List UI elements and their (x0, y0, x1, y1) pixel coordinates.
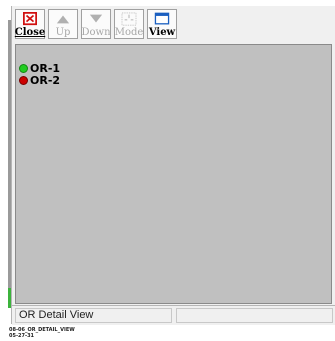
view-button[interactable]: View (147, 9, 177, 39)
up-button[interactable]: Up (48, 9, 78, 39)
status-red-icon (19, 75, 28, 85)
status-bar-pane (176, 308, 333, 323)
or-list-item[interactable]: OR-2 (19, 73, 61, 87)
close-button[interactable]: Close (15, 9, 45, 39)
or-list-item-label: OR-2 (30, 73, 61, 87)
toolbar: Close Up Down Mode View (15, 9, 177, 42)
close-icon (23, 12, 37, 26)
mode-button-label: Mode (114, 27, 144, 38)
or-list-panel: OR-1 OR-2 (15, 44, 332, 304)
close-button-label: Close (14, 27, 46, 38)
caption-line-2: 05-27-31 (9, 333, 35, 339)
down-button-label: Down (81, 27, 111, 38)
up-button-label: Up (55, 27, 71, 38)
or-list-item[interactable]: OR-1 (19, 62, 60, 75)
down-arrow-icon (89, 14, 103, 23)
status-green-icon (19, 63, 28, 73)
view-button-label: View (148, 27, 176, 38)
or-detail-window: Close Up Down Mode View OR-1 OR-2 OR Det… (11, 6, 335, 325)
window-view-icon (154, 12, 170, 25)
up-arrow-icon (56, 15, 70, 24)
status-bar-view-name: OR Detail View (15, 308, 172, 323)
screenshot-caption: 08-06_OR_DETAIL_VIEW 05-27-31 (9, 327, 75, 339)
down-button[interactable]: Down (81, 9, 111, 39)
mode-button[interactable]: Mode (114, 9, 144, 39)
status-bar: OR Detail View (12, 305, 335, 325)
mode-icon (121, 12, 137, 26)
